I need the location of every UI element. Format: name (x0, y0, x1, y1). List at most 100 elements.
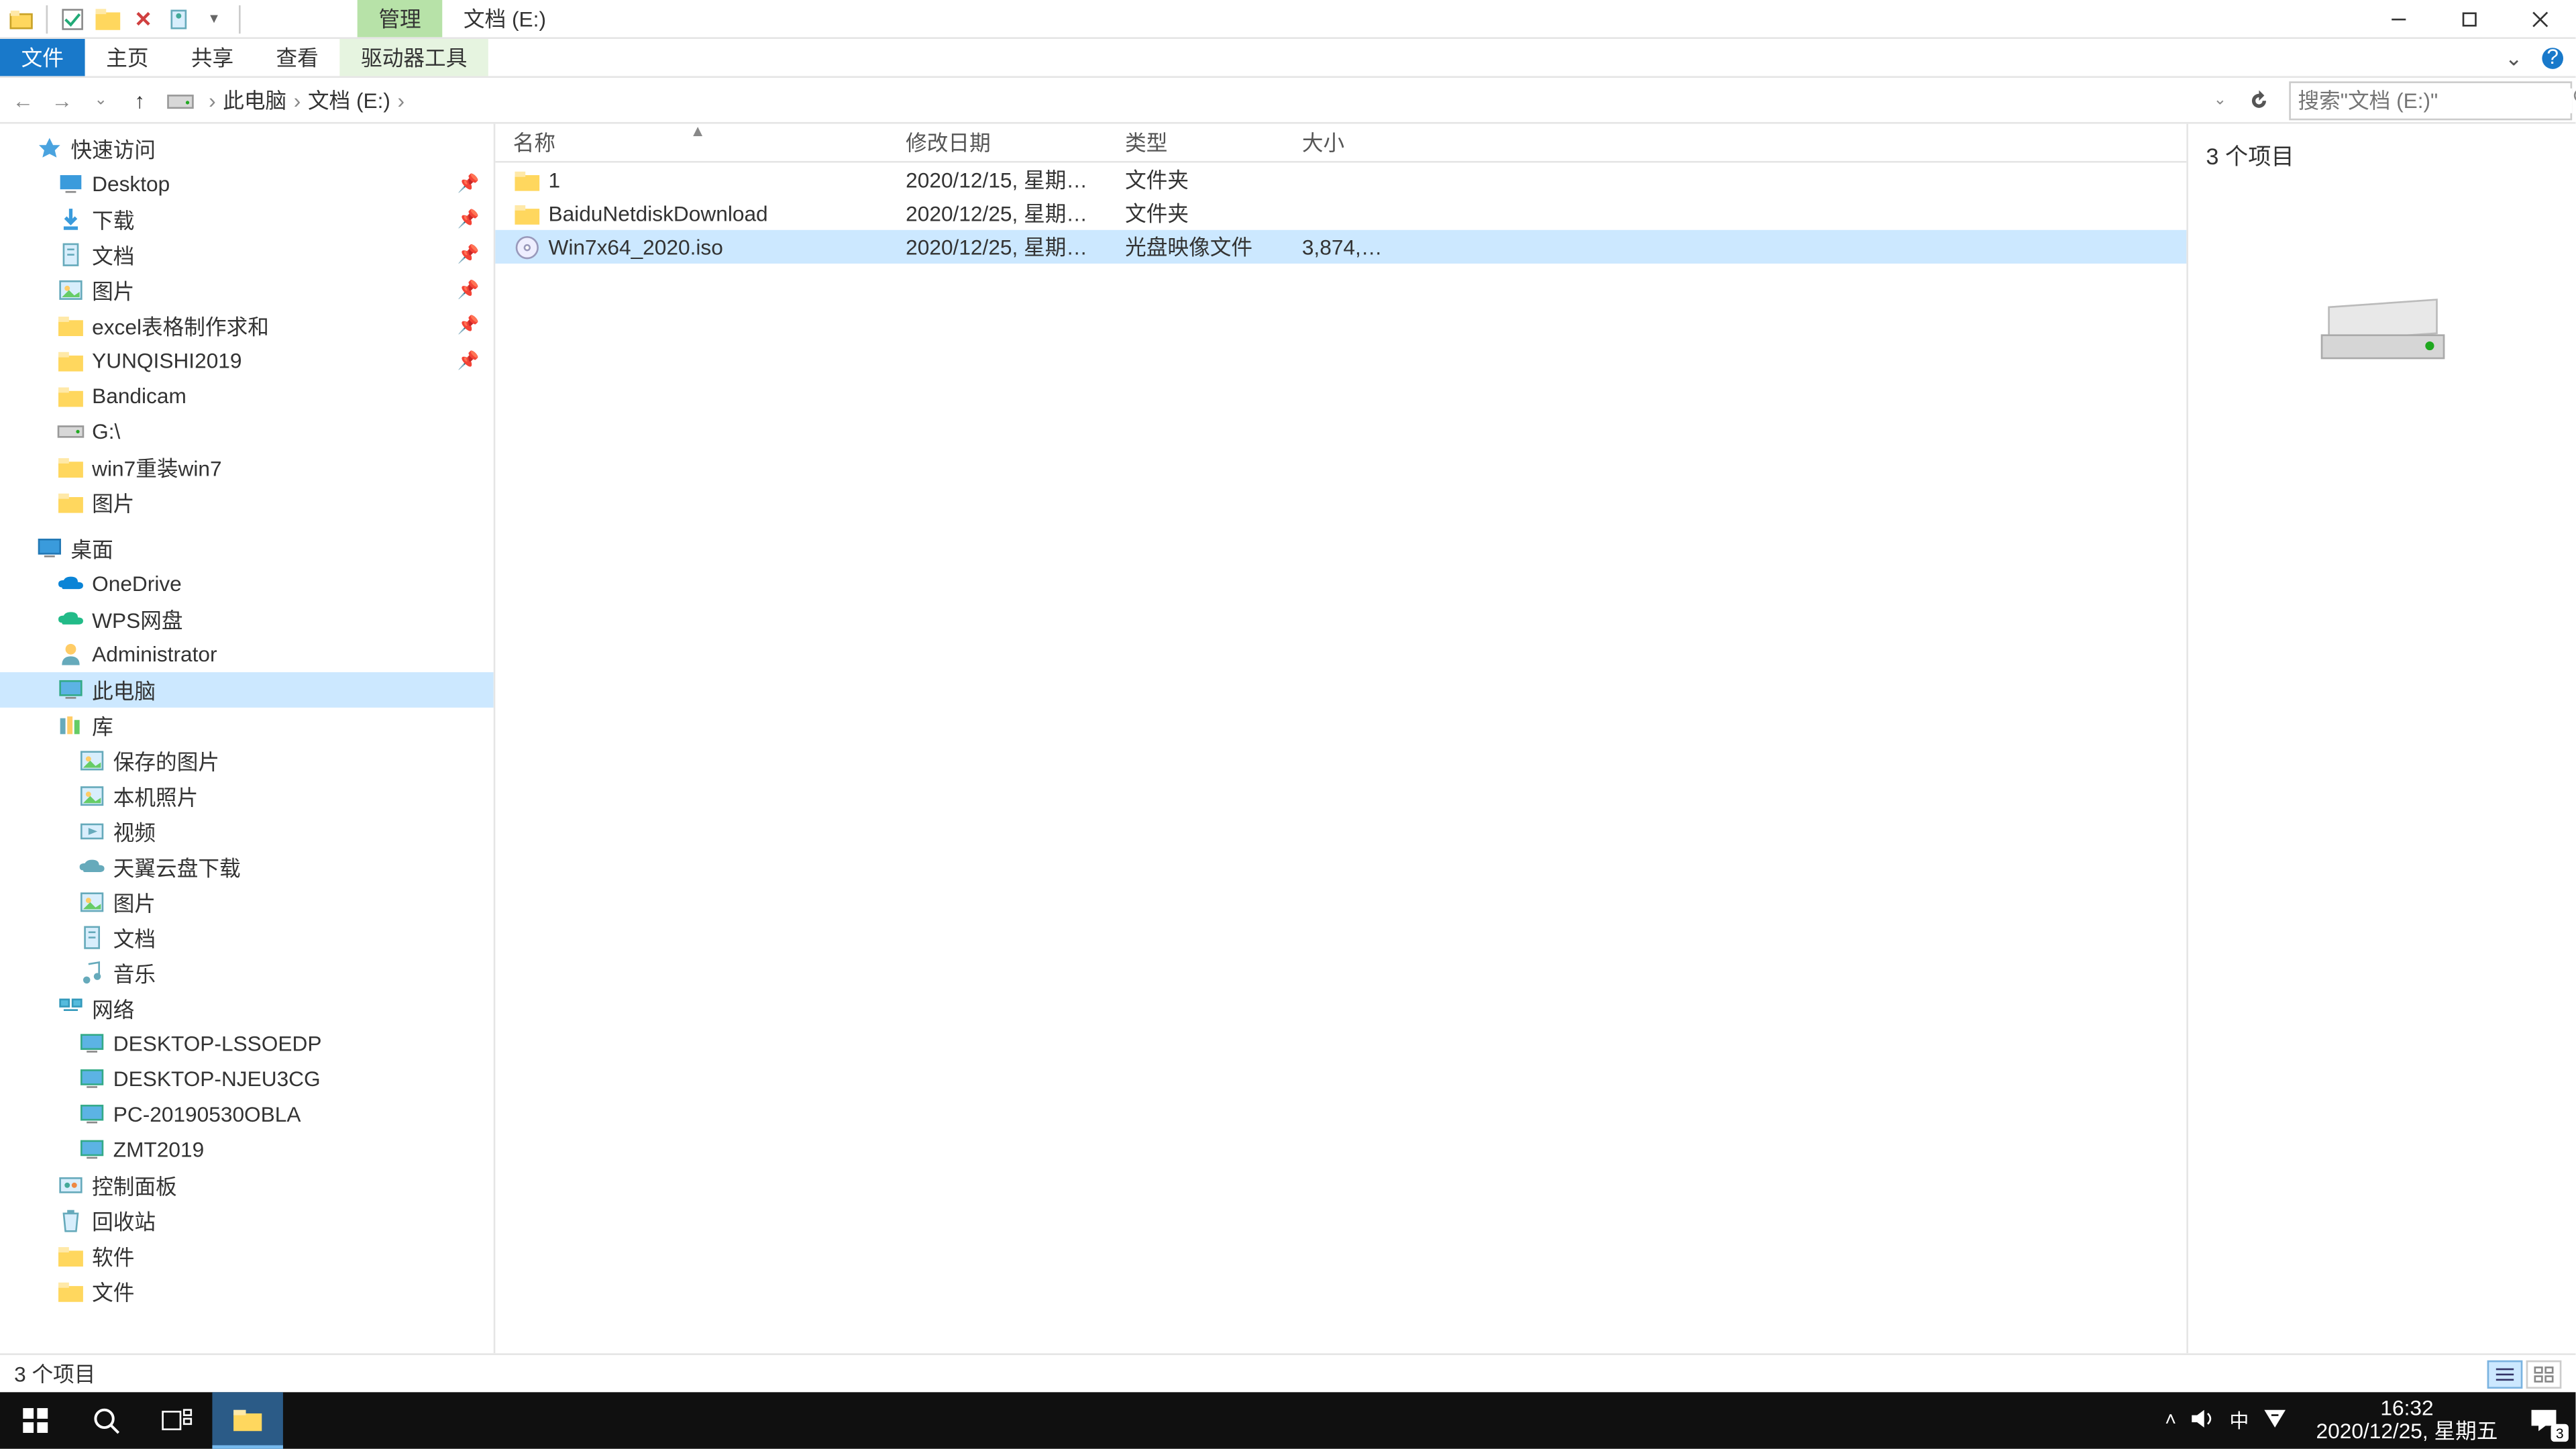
column-size[interactable]: 大小 (1284, 124, 1408, 161)
start-button[interactable] (0, 1392, 70, 1448)
nav-quick-item[interactable]: Bandicam (0, 378, 494, 414)
nav-control-panel[interactable]: 控制面板 (0, 1167, 494, 1203)
history-dropdown[interactable]: ⌄ (81, 80, 120, 119)
folder-icon (513, 166, 541, 194)
nav-quick-item[interactable]: win7重装win7 (0, 449, 494, 485)
pin-icon: 📌 (458, 174, 480, 194)
nav-quick-item[interactable]: YUNQISHI2019📌 (0, 343, 494, 379)
ribbon-expand-icon[interactable]: ⌄ (2505, 45, 2530, 70)
nav-quick-access[interactable]: 快速访问 (0, 131, 494, 166)
pc-icon (56, 676, 85, 704)
nav-desktop-item[interactable]: Administrator (0, 637, 494, 672)
taskbar-clock[interactable]: 16:32 2020/12/25, 星期五 (2302, 1397, 2512, 1444)
explorer-icon (7, 5, 36, 33)
qat-checkbox-icon[interactable] (58, 5, 87, 33)
nav-quick-item[interactable]: G:\ (0, 414, 494, 449)
search-box[interactable] (2289, 80, 2572, 119)
status-text: 3 个项目 (14, 1358, 95, 1389)
file-row[interactable]: BaiduNetdiskDownload2020/12/25, 星期五 1...… (495, 197, 2186, 230)
crumb-current[interactable]: 文档 (E:) (308, 85, 390, 115)
nav-desktop-root[interactable]: 桌面 (0, 531, 494, 566)
status-bar: 3 个项目 (0, 1353, 2575, 1392)
tab-file[interactable]: 文件 (0, 39, 85, 76)
taskbar-explorer-button[interactable] (212, 1392, 282, 1448)
action-center-button[interactable]: 3 (2512, 1392, 2576, 1448)
file-rows[interactable]: 12020/12/15, 星期二 1...文件夹BaiduNetdiskDown… (495, 163, 2186, 1354)
nav-library-item[interactable]: 视频 (0, 814, 494, 849)
view-details-button[interactable] (2487, 1360, 2523, 1388)
nav-software-folder[interactable]: 软件 (0, 1238, 494, 1274)
search-input[interactable] (2298, 88, 2572, 113)
volume-icon[interactable] (2190, 1407, 2215, 1434)
nav-desktop-item[interactable]: 库 (0, 708, 494, 743)
qat-properties-icon[interactable] (164, 5, 193, 33)
nav-quick-item[interactable]: 下载📌 (0, 202, 494, 237)
nav-files-folder[interactable]: 文件 (0, 1274, 494, 1309)
pc-icon (78, 1065, 106, 1093)
nav-quick-item[interactable]: excel表格制作求和📌 (0, 308, 494, 343)
nav-library-item[interactable]: 音乐 (0, 955, 494, 991)
drive-icon (56, 417, 85, 445)
navigation-pane[interactable]: 快速访问 Desktop📌下载📌文档📌图片📌excel表格制作求和📌YUNQIS… (0, 124, 495, 1354)
file-row[interactable]: 12020/12/15, 星期二 1...文件夹 (495, 163, 2186, 197)
iso-icon (513, 233, 541, 261)
nav-library-item[interactable]: 天翼云盘下载 (0, 849, 494, 885)
crumb-root[interactable]: 此电脑 (223, 85, 286, 115)
tray-chevron-icon[interactable]: ˄ (2165, 1410, 2176, 1432)
nav-quick-item[interactable]: 图片 (0, 485, 494, 521)
qat-dropdown-icon[interactable]: ▾ (200, 5, 228, 33)
column-type[interactable]: 类型 (1108, 124, 1285, 161)
pin-icon: 📌 (458, 316, 480, 335)
nav-network-item[interactable]: PC-20190530OBLA (0, 1097, 494, 1132)
nav-library-item[interactable]: 本机照片 (0, 778, 494, 814)
nav-network[interactable]: 网络 (0, 991, 494, 1026)
nav-recycle-bin[interactable]: 回收站 (0, 1203, 494, 1238)
window-title: 文档 (E:) (442, 0, 567, 37)
tab-drive-tools[interactable]: 驱动器工具 (339, 39, 488, 76)
system-tray[interactable]: ˄ 中 (2151, 1406, 2302, 1434)
breadcrumb[interactable]: › 此电脑 › 文档 (E:) › (159, 80, 2200, 119)
folder-icon (56, 1242, 85, 1270)
task-view-button[interactable] (142, 1392, 212, 1448)
tab-share[interactable]: 共享 (170, 39, 255, 76)
taskbar-search-button[interactable] (70, 1392, 141, 1448)
forward-button[interactable]: → (42, 80, 81, 119)
pc-icon (78, 1136, 106, 1164)
ime-indicator[interactable]: 中 (2229, 1406, 2249, 1434)
nav-quick-item[interactable]: Desktop📌 (0, 166, 494, 202)
tab-home[interactable]: 主页 (85, 39, 170, 76)
minimize-button[interactable] (2363, 0, 2434, 38)
address-dropdown-icon[interactable]: ⌄ (2200, 80, 2239, 119)
qat-close-icon[interactable]: ✕ (129, 5, 158, 33)
nav-desktop-item[interactable]: 此电脑 (0, 672, 494, 708)
help-icon[interactable]: ? (2540, 45, 2565, 70)
nav-library-item[interactable]: 图片 (0, 885, 494, 920)
maximize-button[interactable] (2434, 0, 2505, 38)
preview-item-count: 3 个项目 (2206, 138, 2294, 172)
file-row[interactable]: Win7x64_2020.iso2020/12/25, 星期五 1...光盘映像… (495, 230, 2186, 264)
taskbar: ˄ 中 16:32 2020/12/25, 星期五 3 (0, 1392, 2575, 1448)
view-icons-button[interactable] (2526, 1360, 2562, 1388)
nav-desktop-item[interactable]: WPS网盘 (0, 602, 494, 637)
main-area: 快速访问 Desktop📌下载📌文档📌图片📌excel表格制作求和📌YUNQIS… (0, 124, 2575, 1354)
nav-quick-item[interactable]: 文档📌 (0, 237, 494, 272)
up-button[interactable]: ↑ (120, 80, 159, 119)
search-icon[interactable] (2572, 87, 2576, 113)
preview-pane: 3 个项目 (2186, 124, 2575, 1354)
nav-quick-item[interactable]: 图片📌 (0, 272, 494, 308)
ribbon-context-tab[interactable]: 管理 (358, 0, 443, 37)
refresh-button[interactable] (2239, 80, 2278, 119)
close-button[interactable] (2505, 0, 2575, 38)
nav-library-item[interactable]: 文档 (0, 920, 494, 955)
nav-network-item[interactable]: DESKTOP-NJEU3CG (0, 1061, 494, 1097)
tab-view[interactable]: 查看 (255, 39, 340, 76)
nav-network-item[interactable]: DESKTOP-LSSOEDP (0, 1026, 494, 1061)
qat-folder-icon[interactable] (94, 5, 122, 33)
nav-desktop-item[interactable]: OneDrive (0, 566, 494, 602)
sort-indicator-icon: ▲ (690, 124, 706, 140)
tray-app-icon[interactable] (2263, 1407, 2288, 1434)
nav-library-item[interactable]: 保存的图片 (0, 743, 494, 779)
nav-network-item[interactable]: ZMT2019 (0, 1132, 494, 1168)
back-button[interactable]: ← (3, 80, 42, 119)
column-date[interactable]: 修改日期 (888, 124, 1108, 161)
